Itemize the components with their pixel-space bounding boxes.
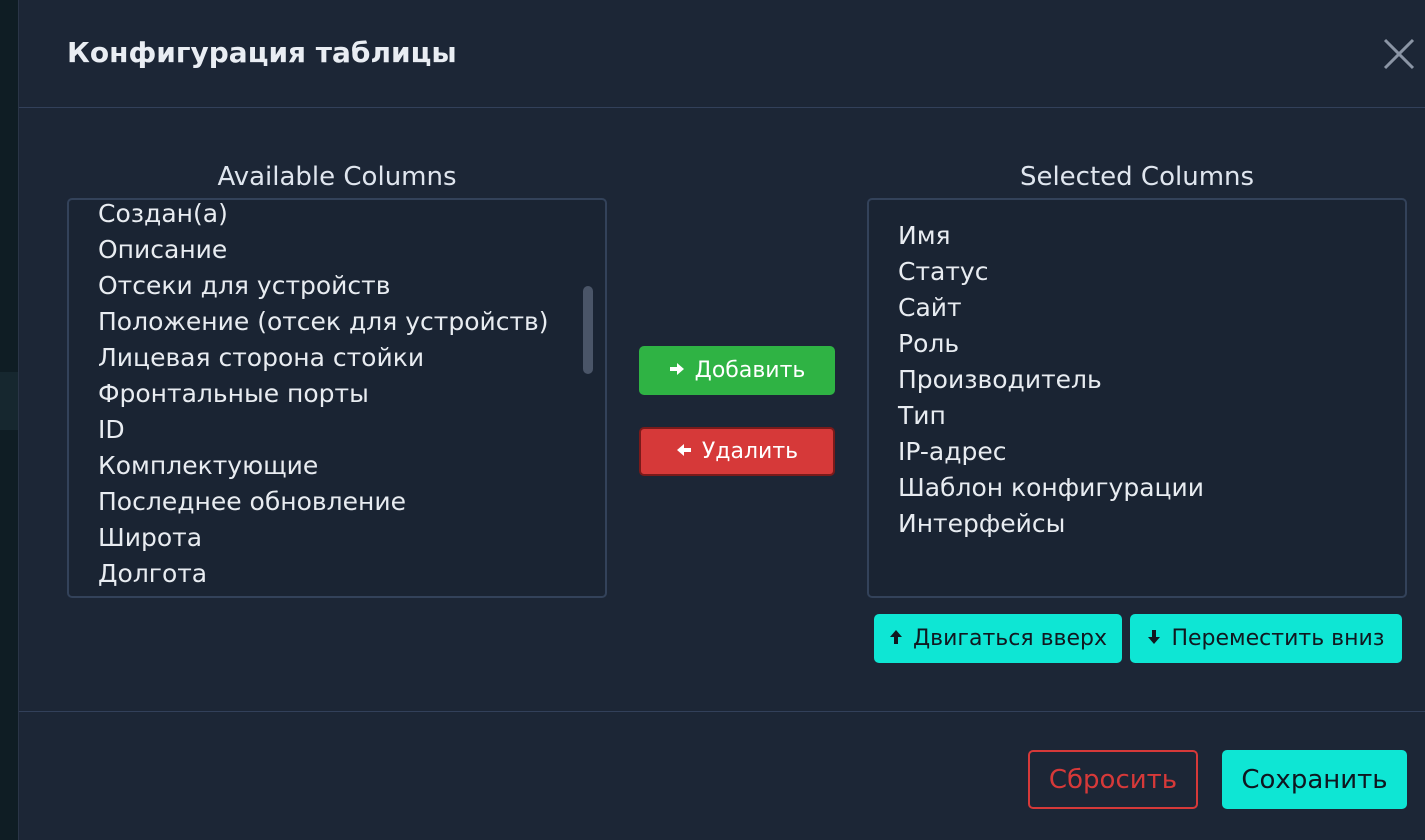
modal-header: Конфигурация таблицы — [19, 0, 1425, 108]
selected-item[interactable]: Интерфейсы — [898, 506, 1065, 542]
available-item[interactable]: Комплектующие — [98, 448, 318, 484]
list-scrollbar[interactable] — [583, 286, 593, 374]
selected-item[interactable]: Шаблон конфигурации — [898, 470, 1204, 506]
reset-button[interactable]: Сбросить — [1028, 750, 1198, 809]
available-item[interactable]: Отсеки для устройств — [98, 268, 390, 304]
available-item[interactable]: Долгота — [98, 556, 207, 592]
available-item[interactable]: Последнее обновление — [98, 484, 406, 520]
arrow-right-icon — [669, 361, 685, 380]
close-button[interactable] — [1381, 36, 1417, 72]
available-item[interactable]: Широта — [98, 520, 202, 556]
selected-item[interactable]: Статус — [898, 254, 988, 290]
arrow-up-icon — [889, 629, 903, 649]
arrow-left-icon — [676, 442, 692, 461]
modal-title: Конфигурация таблицы — [67, 36, 457, 69]
modal-footer: Сбросить Сохранить — [19, 711, 1425, 840]
available-item[interactable]: Фронтальные порты — [98, 376, 369, 412]
selected-columns-list[interactable]: Имя Статус Сайт Роль Производитель Тип I… — [867, 198, 1407, 598]
arrow-down-icon — [1147, 629, 1161, 649]
page-backdrop — [0, 0, 20, 840]
available-item[interactable]: Положение (отсек для устройств) — [98, 304, 549, 340]
selected-item[interactable]: Имя — [898, 218, 951, 254]
selected-item[interactable]: Производитель — [898, 362, 1102, 398]
table-config-modal: Конфигурация таблицы Available Columns С… — [18, 0, 1425, 840]
selected-item[interactable]: IP-адрес — [898, 434, 1007, 470]
selected-item[interactable]: Сайт — [898, 290, 962, 326]
available-item[interactable]: Создан(а) — [98, 200, 228, 232]
selected-item[interactable]: Роль — [898, 326, 959, 362]
remove-column-button[interactable]: Удалить — [639, 427, 835, 476]
available-columns-list[interactable]: Создан(а) Описание Отсеки для устройств … — [67, 198, 607, 598]
available-item[interactable]: Описание — [98, 232, 227, 268]
add-button-label: Добавить — [694, 358, 806, 383]
save-button[interactable]: Сохранить — [1222, 750, 1407, 809]
available-columns-label: Available Columns — [217, 162, 457, 192]
remove-button-label: Удалить — [701, 439, 799, 464]
move-up-label: Двигаться вверх — [912, 626, 1108, 651]
available-item[interactable]: Лицевая сторона стойки — [98, 340, 424, 376]
available-item[interactable]: ID — [98, 412, 125, 448]
move-down-label: Переместить вниз — [1171, 626, 1385, 651]
selected-columns-label: Selected Columns — [1019, 162, 1255, 192]
close-icon — [1383, 38, 1415, 70]
move-down-button[interactable]: Переместить вниз — [1130, 614, 1402, 663]
add-column-button[interactable]: Добавить — [639, 346, 835, 395]
move-up-button[interactable]: Двигаться вверх — [874, 614, 1122, 663]
backdrop-highlight — [0, 372, 20, 430]
selected-item[interactable]: Тип — [898, 398, 946, 434]
